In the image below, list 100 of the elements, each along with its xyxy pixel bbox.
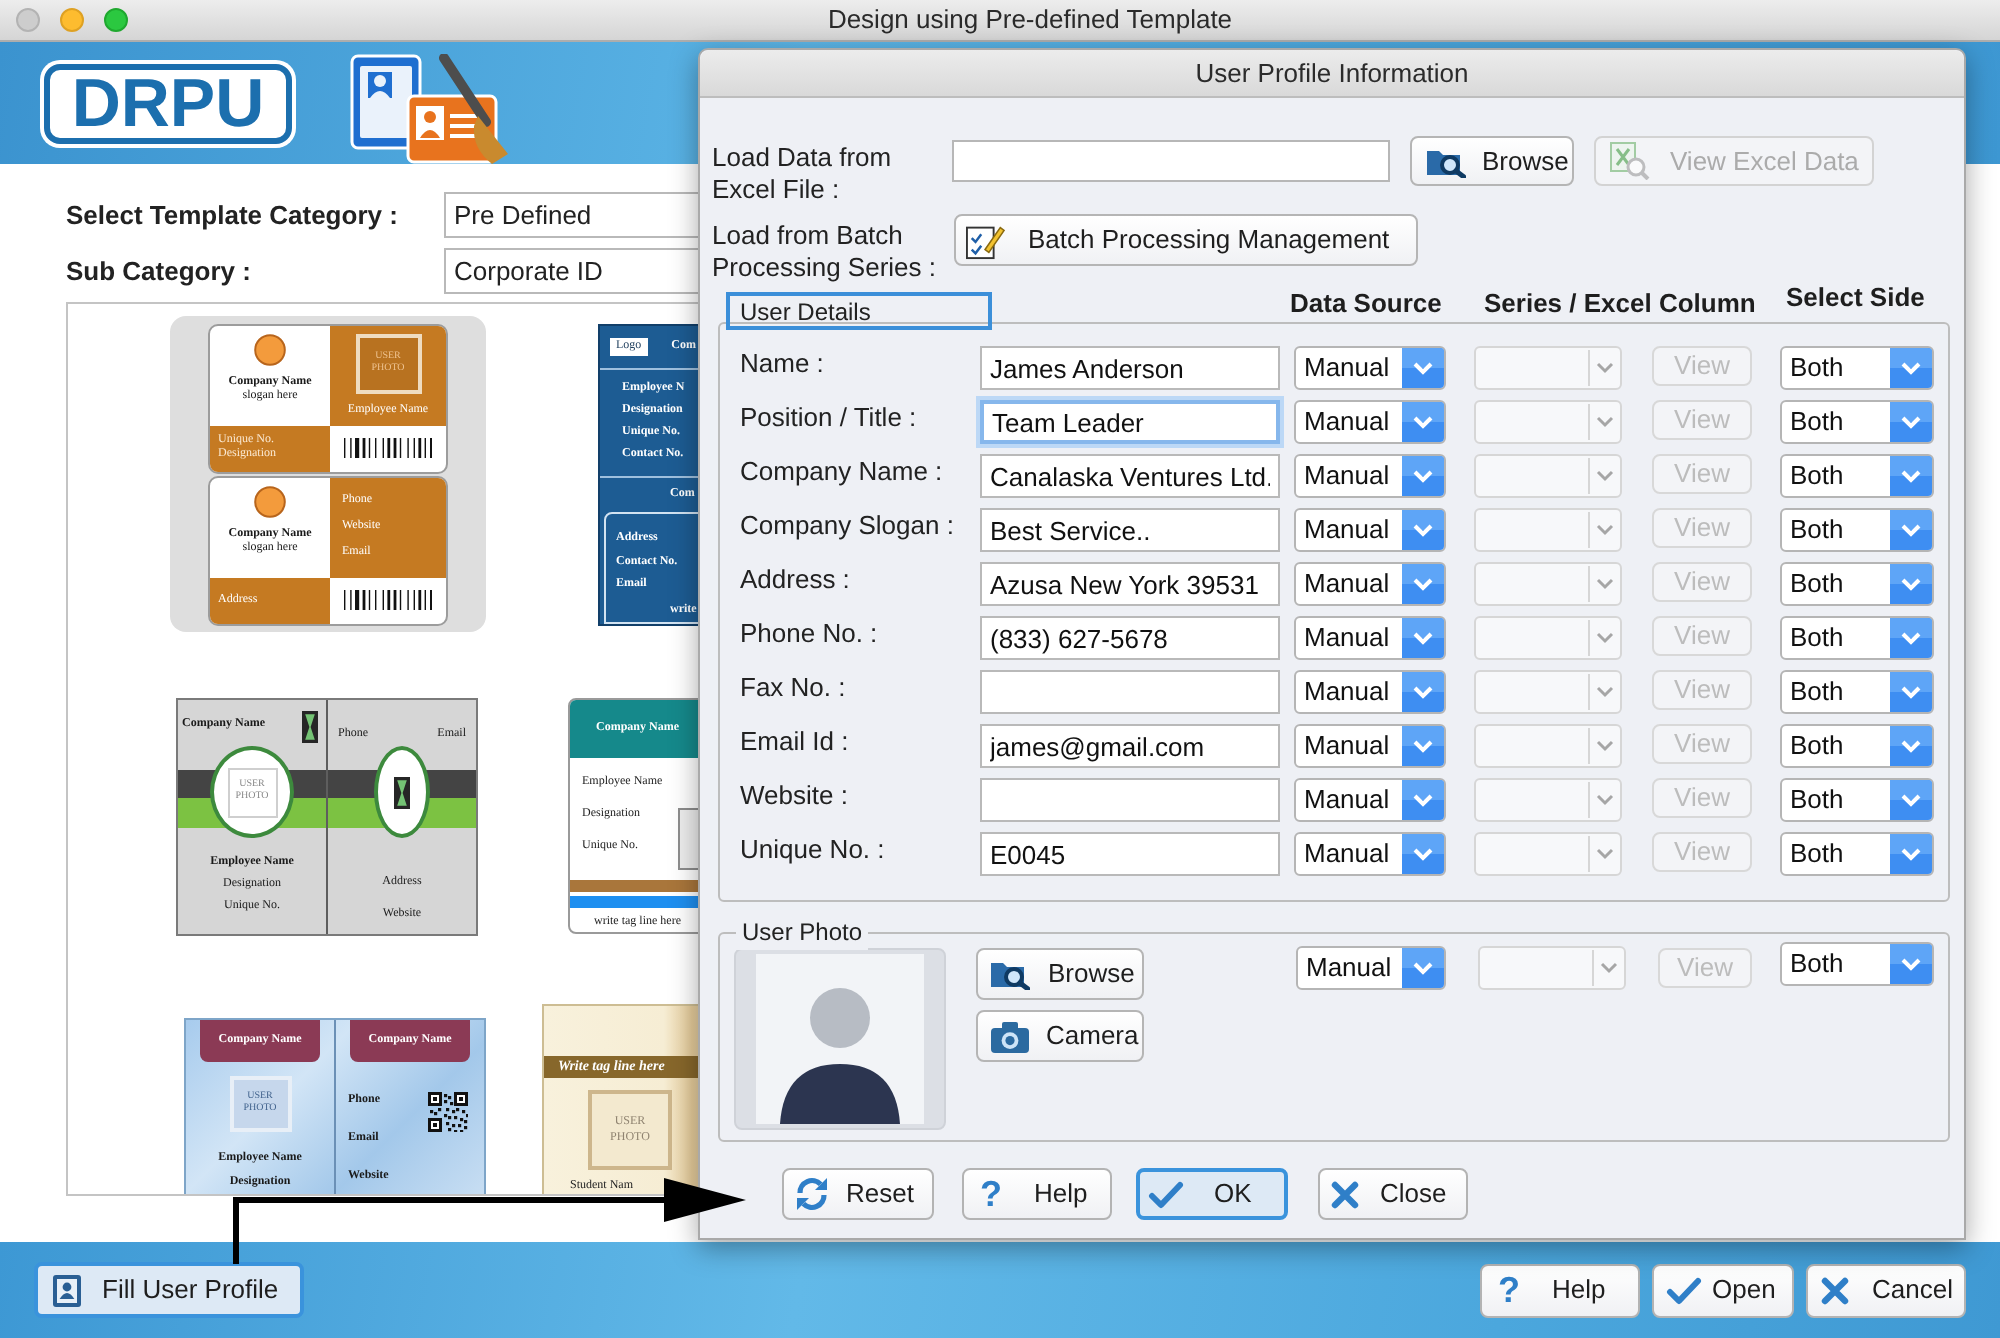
card-band: [570, 880, 698, 892]
zoom-button[interactable]: [104, 8, 128, 32]
qr-code-icon: [428, 1092, 468, 1132]
dropdown[interactable]: Manual: [1294, 400, 1446, 444]
chevron-down-icon: [1402, 672, 1444, 712]
text-field[interactable]: Team Leader: [980, 400, 1280, 444]
field-label: Phone No. :: [740, 618, 878, 648]
cancel-button[interactable]: Cancel: [1806, 1263, 1966, 1317]
dropdown[interactable]: Manual: [1294, 346, 1446, 390]
chevron-down-icon: [1890, 834, 1932, 874]
camera-button[interactable]: Camera: [976, 1010, 1144, 1062]
dropdown[interactable]: Both: [1780, 724, 1934, 768]
window-title: Design using Pre-defined Template: [827, 2, 1233, 39]
close-button[interactable]: Close: [1318, 1168, 1468, 1220]
dropdown[interactable]: Manual: [1294, 670, 1446, 714]
field-label: Unique No. :: [740, 834, 885, 864]
chevron-down-icon: [1402, 780, 1444, 820]
close-icon: [1820, 1275, 1850, 1305]
spreadsheet-search-icon: [1610, 142, 1650, 180]
dropdown[interactable]: Corporate ID: [444, 248, 704, 294]
logo-circle-icon: [254, 485, 286, 517]
dropdown[interactable]: Both: [1780, 346, 1934, 390]
text-field[interactable]: [980, 670, 1280, 714]
dropdown[interactable]: Both: [1780, 670, 1934, 714]
chevron-down-icon: [1402, 402, 1444, 442]
chevron-down-icon: [1890, 944, 1932, 984]
refresh-icon: [794, 1176, 830, 1212]
dropdown[interactable]: Both: [1780, 942, 1934, 986]
help-button[interactable]: ? Help: [1480, 1263, 1640, 1317]
dropdown[interactable]: Manual: [1294, 454, 1446, 498]
chevron-down-icon: [1890, 564, 1932, 604]
text-field[interactable]: james@gmail.com: [980, 724, 1280, 768]
browse-button[interactable]: Browse: [1410, 136, 1574, 186]
field-label: Name :: [740, 348, 824, 378]
chevron-down-icon: [1402, 456, 1444, 496]
field-label: Load from Batch Processing Series :: [712, 220, 936, 282]
text-field[interactable]: E0045: [980, 832, 1280, 876]
card-band: [570, 896, 698, 908]
chevron-down-icon: [1890, 672, 1932, 712]
field-label: Sub Category :: [66, 255, 251, 285]
column-header: Select Side: [1786, 282, 1925, 313]
check-icon: [1148, 1179, 1184, 1209]
dropdown[interactable]: Both: [1780, 778, 1934, 822]
chevron-down-icon: [1402, 834, 1444, 874]
batch-processing-button[interactable]: Batch Processing Management: [954, 214, 1418, 266]
browse-button[interactable]: Browse: [976, 948, 1144, 1000]
reset-button[interactable]: Reset: [782, 1168, 934, 1220]
dropdown[interactable]: Manual: [1294, 562, 1446, 606]
dropdown[interactable]: Both: [1780, 616, 1934, 660]
camera-icon: [990, 1019, 1030, 1053]
dropdown[interactable]: Manual: [1294, 724, 1446, 768]
dropdown[interactable]: Both: [1780, 400, 1934, 444]
text-field[interactable]: Azusa New York 39531: [980, 562, 1280, 606]
section-legend: User Details: [726, 292, 992, 330]
text-field[interactable]: James Anderson: [980, 346, 1280, 390]
field-label: Position / Title :: [740, 402, 917, 432]
dialog-title: User Profile Information: [1195, 55, 1469, 92]
field-label: Address :: [740, 564, 850, 594]
dropdown[interactable]: Manual: [1296, 946, 1446, 990]
column-header: Data Source: [1290, 287, 1442, 318]
dropdown[interactable]: Both: [1780, 562, 1934, 606]
barcode-icon: [344, 438, 432, 458]
help-icon: ?: [1498, 1272, 1520, 1308]
dropdown[interactable]: Both: [1780, 508, 1934, 552]
dropdown[interactable]: Pre Defined: [444, 192, 704, 238]
help-button[interactable]: ? Help: [962, 1168, 1112, 1220]
minimize-button[interactable]: [60, 8, 84, 32]
chevron-down-icon: [1890, 618, 1932, 658]
chevron-down-icon: [1402, 510, 1444, 550]
chevron-down-icon: [1402, 618, 1444, 658]
close-window-button[interactable]: [16, 8, 40, 32]
logo: DRPU: [44, 63, 292, 143]
ok-button[interactable]: OK: [1136, 1168, 1288, 1220]
text-field[interactable]: (833) 627-5678: [980, 616, 1280, 660]
check-icon: [1666, 1275, 1702, 1305]
chevron-down-icon: [1402, 948, 1444, 988]
field-label: Select Template Category :: [66, 199, 398, 229]
dropdown[interactable]: Manual: [1294, 832, 1446, 876]
field-label: Website :: [740, 780, 848, 810]
chevron-down-icon: [1402, 348, 1444, 388]
dropdown[interactable]: Manual: [1294, 508, 1446, 552]
chevron-down-icon: [1402, 564, 1444, 604]
chevron-down-icon: [1890, 726, 1932, 766]
text-field[interactable]: Best Service..: [980, 508, 1280, 552]
fill-user-profile-button[interactable]: Fill User Profile: [34, 1262, 304, 1318]
dropdown[interactable]: Manual: [1294, 778, 1446, 822]
hourglass-icon: [394, 775, 410, 809]
folder-search-icon: [1426, 145, 1466, 177]
close-icon: [1330, 1179, 1360, 1209]
hourglass-icon: [302, 710, 318, 744]
open-button[interactable]: Open: [1652, 1263, 1794, 1317]
contact-card-icon: [52, 1273, 82, 1307]
field-label: Company Name :: [740, 456, 943, 486]
text-field[interactable]: [980, 778, 1280, 822]
dropdown[interactable]: Both: [1780, 454, 1934, 498]
dropdown[interactable]: Both: [1780, 832, 1934, 876]
dropdown[interactable]: Manual: [1294, 616, 1446, 660]
chevron-down-icon: [1890, 456, 1932, 496]
field-label: Email Id :: [740, 726, 849, 756]
file-path-field[interactable]: [952, 140, 1390, 182]
